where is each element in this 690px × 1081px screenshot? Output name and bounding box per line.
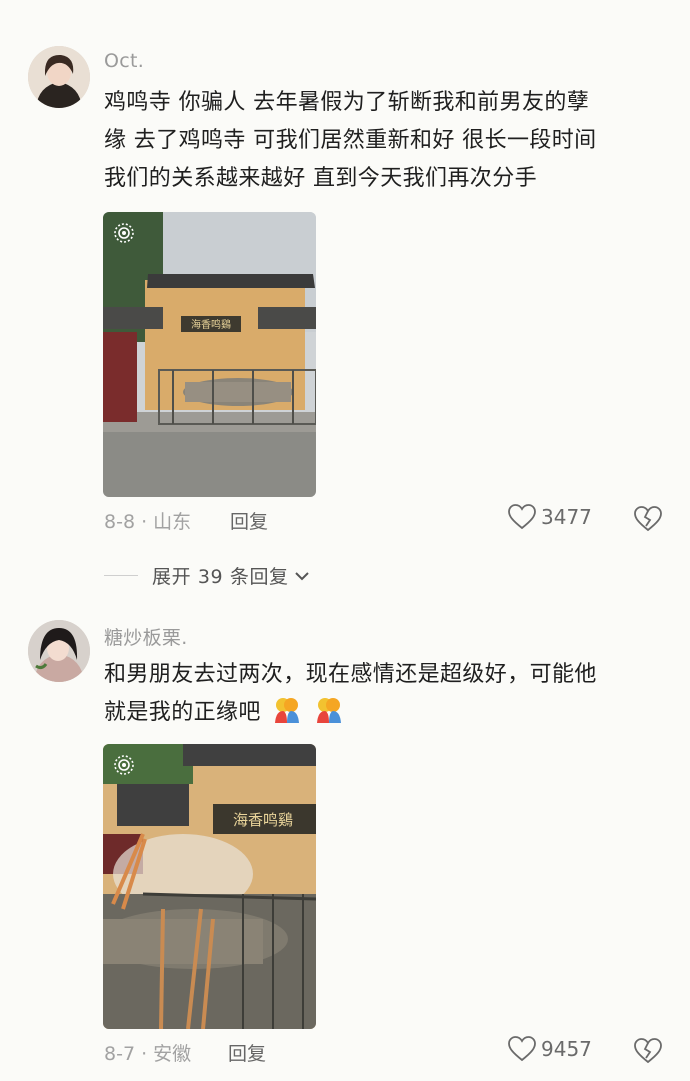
hugging-couple-emoji xyxy=(275,698,300,723)
expand-replies-button[interactable]: 展开 39 条回复 xyxy=(104,562,311,589)
live-photo-icon xyxy=(114,223,134,243)
comment-text: 鸡鸣寺 你骗人 去年暑假为了斩断我和前男友的孽 缘 去了鸡鸣寺 可我们居然重新和… xyxy=(104,84,664,198)
comment-text-line-body: 就是我的正缘吧 xyxy=(104,700,261,725)
reply-button[interactable]: 回复 xyxy=(230,507,268,534)
hugging-couple-emoji xyxy=(316,698,341,723)
comment-date-location: 8-7 · 安徽 xyxy=(104,1043,192,1065)
like-button[interactable]: 9457 xyxy=(508,1036,592,1062)
broken-heart-icon[interactable] xyxy=(634,505,662,533)
comment-photo[interactable]: 海香鸣鷄 xyxy=(103,744,316,1029)
like-count: 9457 xyxy=(541,1037,592,1061)
reply-button[interactable]: 回复 xyxy=(228,1039,266,1066)
comment-text-line: 我们的关系越来越好 直到今天我们再次分手 xyxy=(104,166,537,191)
temple-sign-text: 海香鸣鷄 xyxy=(191,318,231,331)
expand-replies-label: 展开 39 条回复 xyxy=(152,566,289,588)
comment-text-line: 缘 去了鸡鸣寺 可我们居然重新和好 很长一段时间 xyxy=(104,128,597,153)
comment-text-line: 就是我的正缘吧 xyxy=(104,694,664,732)
comment-text-line: 鸡鸣寺 你骗人 去年暑假为了斩断我和前男友的孽 xyxy=(104,90,590,115)
username[interactable]: 糖炒板栗. xyxy=(104,623,188,650)
divider xyxy=(104,575,138,576)
avatar[interactable] xyxy=(28,620,90,682)
chevron-down-icon xyxy=(294,571,309,580)
avatar[interactable] xyxy=(28,46,90,108)
username[interactable]: Oct. xyxy=(104,50,144,72)
comment-date-location: 8-8 · 山东 xyxy=(104,511,192,533)
heart-outline-icon xyxy=(508,504,536,530)
like-count: 3477 xyxy=(541,505,592,529)
comment-photo[interactable]: 海香鸣鷄 xyxy=(103,212,316,497)
comment-text: 和男朋友去过两次，现在感情还是超级好，可能他 就是我的正缘吧 xyxy=(104,656,664,732)
comment-text-line: 和男朋友去过两次，现在感情还是超级好，可能他 xyxy=(104,662,597,687)
live-photo-icon xyxy=(114,755,134,775)
heart-outline-icon xyxy=(508,1036,536,1062)
temple-sign-text: 海香鸣鷄 xyxy=(233,811,293,829)
broken-heart-icon[interactable] xyxy=(634,1037,662,1065)
like-button[interactable]: 3477 xyxy=(508,504,592,530)
